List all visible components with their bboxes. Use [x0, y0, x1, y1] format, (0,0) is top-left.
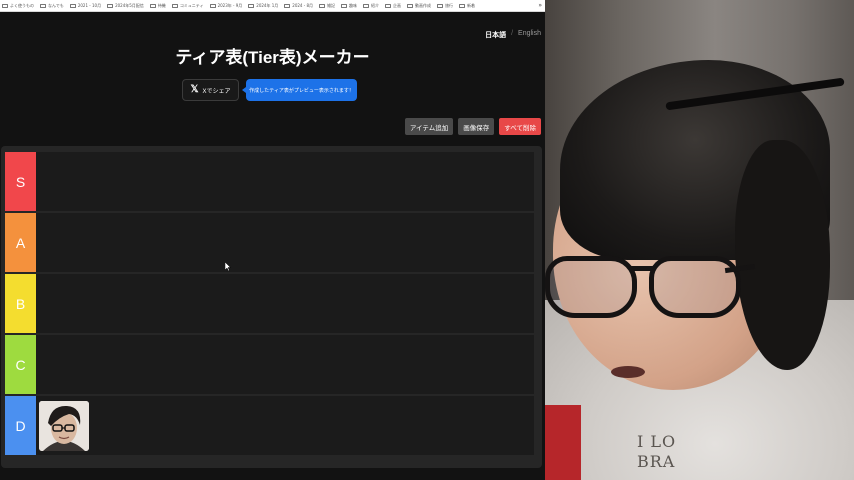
lang-english-link[interactable]: English	[518, 30, 541, 40]
bookmark-label: 雑記	[327, 2, 336, 8]
mouse-cursor-icon	[225, 262, 231, 271]
page-title: ティア表(Tier表)メーカー	[175, 48, 370, 67]
bookmark[interactable]: 企画	[385, 3, 401, 9]
tier-dropzone-d[interactable]	[36, 396, 534, 455]
bookmark[interactable]: 雑記	[319, 3, 335, 9]
webcam-feed: I LO BRA	[545, 0, 854, 480]
bookmarks-bar: よく使うもの なんでも 2021 - 10月 2024年5月配信 待機 コミュニ…	[0, 0, 545, 12]
bookmark[interactable]: 動画作成	[407, 3, 431, 9]
bookmark-label: 旅行	[445, 2, 454, 8]
folder-icon	[171, 3, 178, 8]
bookmark-label: 企画	[393, 2, 402, 8]
tier-row-s[interactable]: S	[5, 152, 534, 211]
tier-dropzone-s[interactable]	[36, 152, 534, 211]
share-button-label: Xでシェア	[202, 88, 231, 95]
bookmark-label: 2024年 1月	[256, 2, 279, 8]
bookmark-label: 2021 - 10月	[77, 2, 102, 8]
folder-icon	[149, 3, 156, 8]
bookmarks-overflow-icon[interactable]: »	[538, 2, 542, 9]
tier-row-d[interactable]: D	[5, 396, 534, 455]
folder-icon	[69, 3, 76, 8]
tier-row-a[interactable]: A	[5, 213, 534, 272]
folder-icon	[385, 3, 392, 8]
bookmark-label: 待機	[157, 2, 166, 8]
delete-all-button[interactable]: すべて削除	[499, 118, 541, 135]
tier-dropzone-a[interactable]	[36, 213, 534, 272]
add-item-button[interactable]: アイテム追加	[404, 118, 454, 135]
bookmark-label: 2024 - 8月	[292, 2, 314, 8]
share-on-x-button[interactable]: 𝕏 Xでシェア	[182, 79, 239, 101]
folder-icon	[407, 3, 414, 8]
folder-icon	[209, 3, 216, 8]
folder-icon	[437, 3, 444, 8]
screen: よく使うもの なんでも 2021 - 10月 2024年5月配信 待機 コミュニ…	[0, 0, 854, 480]
bookmark-label: 動画作成	[415, 2, 432, 8]
bookmark[interactable]: 紹介	[363, 3, 379, 9]
glasses-right-lens	[649, 256, 741, 318]
bookmark-label: 2024年5月配信	[115, 2, 144, 8]
bookmark[interactable]: 2021 - 10月	[69, 2, 102, 9]
folder-icon	[459, 3, 466, 8]
tier-item-avatar[interactable]	[39, 400, 89, 451]
tier-row-b[interactable]: B	[5, 274, 534, 333]
bookmark-label: なんでも	[48, 2, 64, 8]
bookmark[interactable]: 2024年 1月	[248, 3, 278, 9]
folder-icon	[319, 3, 326, 8]
tier-row-c[interactable]: C	[5, 335, 534, 394]
lang-japanese-link[interactable]: 日本語	[485, 30, 506, 40]
folder-icon	[284, 3, 291, 8]
tier-label-a[interactable]: A	[5, 213, 36, 272]
bookmark-label: 新着	[467, 2, 476, 8]
bookmark-label: 2023年 - 9月	[217, 2, 243, 8]
tier-label-s[interactable]: S	[5, 152, 36, 211]
tier-maker-app: 日本語 / English ティア表(Tier表)メーカー 𝕏 Xでシェア 作成…	[0, 12, 545, 480]
webcam-red-chair	[545, 405, 581, 480]
lang-separator: /	[511, 30, 514, 37]
folder-icon	[341, 3, 348, 8]
tier-label-c[interactable]: C	[5, 335, 36, 394]
bookmark-label: コミュニティ	[179, 2, 204, 8]
bookmark[interactable]: コミュニティ	[171, 2, 204, 9]
x-logo-icon: 𝕏	[190, 84, 199, 95]
tier-label-d[interactable]: D	[5, 396, 36, 455]
man-with-glasses-avatar-icon	[39, 400, 89, 451]
bookmark[interactable]: 旅行	[437, 3, 453, 9]
folder-icon	[248, 3, 255, 8]
preview-tooltip: 作成したティア表がプレビュー表示されます！	[242, 79, 357, 101]
glasses-left-lens	[545, 256, 637, 318]
bookmark[interactable]: よく使うもの	[2, 3, 34, 9]
bookmark[interactable]: なんでも	[40, 3, 64, 9]
webcam-mouth	[611, 366, 645, 378]
shirt-print-line-1: I LO	[637, 432, 677, 451]
bookmark[interactable]: 待機	[149, 2, 166, 9]
tier-label-b[interactable]: B	[5, 274, 36, 333]
toolbar: アイテム追加 画像保存 すべて削除	[404, 118, 541, 135]
glasses-bridge	[629, 266, 655, 271]
bookmark-label: よく使うもの	[10, 2, 34, 8]
save-image-button[interactable]: 画像保存	[458, 118, 495, 135]
language-switcher: 日本語 / English	[485, 30, 541, 40]
bookmark[interactable]: 趣味	[341, 3, 357, 9]
folder-icon	[363, 3, 370, 8]
tier-dropzone-b[interactable]	[36, 274, 534, 333]
folder-icon	[2, 3, 8, 8]
bookmark[interactable]: 2023年 - 9月	[209, 2, 243, 9]
tier-board: S A B C D	[1, 146, 542, 468]
shirt-print: I LO BRA	[637, 432, 676, 472]
shirt-print-line-2: BRA	[637, 452, 676, 471]
bookmark-label: 紹介	[371, 2, 380, 8]
bookmark-label: 趣味	[349, 2, 358, 8]
bookmark[interactable]: 2024年5月配信	[107, 3, 144, 9]
bookmark[interactable]: 新着	[459, 3, 475, 9]
folder-icon	[40, 3, 46, 8]
bookmark[interactable]: 2024 - 8月	[284, 3, 313, 9]
folder-icon	[107, 3, 114, 8]
tier-dropzone-c[interactable]	[36, 335, 534, 394]
